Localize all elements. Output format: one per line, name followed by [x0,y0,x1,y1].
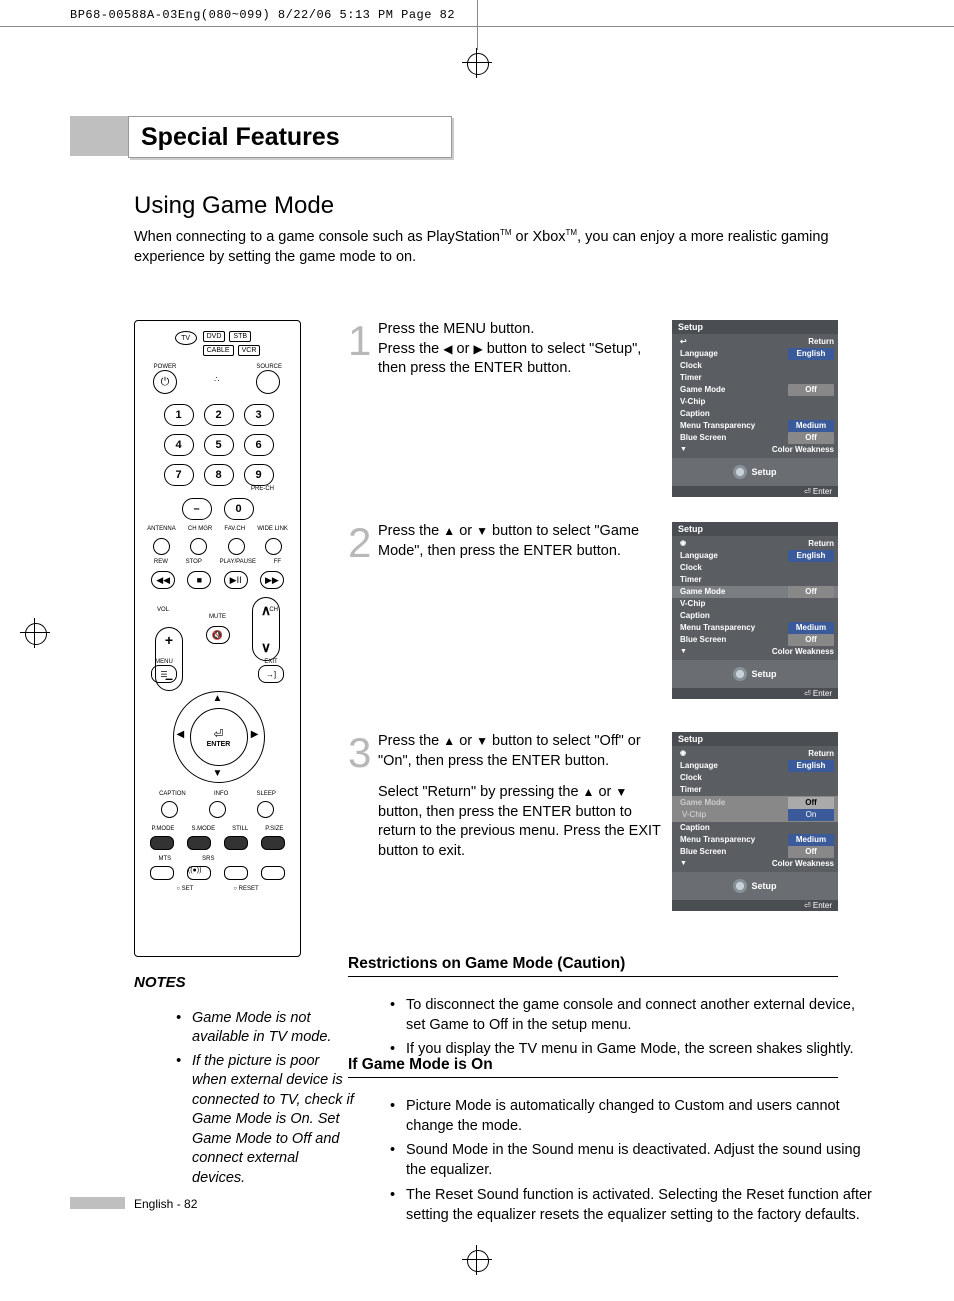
game-mode-on-list: Picture Mode is automatically changed to… [348,1096,878,1230]
enter-icon: ⏎ [213,727,223,741]
registration-mark-top [462,48,492,78]
remote-vcr-button: VCR [238,345,261,356]
remote-cable-button: CABLE [203,345,234,356]
game-mode-on-heading: If Game Mode is On [348,1056,838,1078]
step-1: 1 Press the MENU button.Press the ◀ or ▶… [348,320,838,509]
step-text: Press the MENU button.Press the ◀ or ▶ b… [378,320,672,497]
remote-stb-button: STB [229,331,251,342]
registration-mark-bottom [462,1245,492,1275]
osd-screenshot-3: Setup Return LanguageEnglish Clock Timer… [672,732,838,911]
registration-mark-left [20,618,50,648]
exit-button: →] [258,665,284,683]
step-number: 2 [348,522,378,699]
gear-icon [733,879,747,893]
osd-screenshot-2: Setup Return LanguageEnglish Clock Timer… [672,522,838,699]
list-item: To disconnect the game console and conne… [388,995,878,1036]
left-arrow-icon: ◀ [177,729,185,740]
mute-icon: 🔇 [206,626,230,644]
right-arrow-icon: ▶ [251,729,259,740]
crop-mark-v [477,0,479,50]
step-number: 1 [348,320,378,497]
step-3: 3 Press the ▲ or ▼ button to select "Off… [348,732,838,923]
step-2: 2 Press the ▲ or ▼ button to select "Gam… [348,522,838,711]
navigation-ring: ▲ ▼ ◀ ▶ ⏎ENTER [173,691,263,781]
list-item: Game Mode is not available in TV mode. [174,1009,354,1048]
number-pad: 123 456 789 [135,404,300,486]
remote-tv-button: TV [175,331,197,345]
restrictions-heading: Restrictions on Game Mode (Caution) [348,955,838,977]
osd-screenshot-1: Setup Return LanguageEnglish Clock Timer… [672,320,838,497]
play-pause-icon: ▶II [224,571,248,589]
ff-icon: ▶▶ [260,571,284,589]
section-tab: Special Features [128,116,452,158]
stop-icon: ■ [187,571,211,589]
menu-button: ☰ [151,665,177,683]
rewind-icon: ◀◀ [151,571,175,589]
step-number: 3 [348,732,378,911]
list-item: Sound Mode in the Sound menu is deactiva… [388,1140,878,1181]
restrictions-list: To disconnect the game console and conne… [348,995,878,1064]
gear-icon [733,667,747,681]
notes-heading: NOTES [134,974,186,991]
footer-bar [70,1197,125,1209]
gear-icon [733,465,747,479]
down-arrow-icon: ▼ [213,768,223,779]
source-button [256,370,280,394]
list-item: If the picture is poor when external dev… [174,1052,354,1189]
page-title: Using Game Mode [134,192,334,220]
section-tab-label: Special Features [141,123,340,152]
step-text: Press the ▲ or ▼ button to select "Game … [378,522,672,699]
step-text: Press the ▲ or ▼ button to select "Off" … [378,732,672,911]
power-icon: ⏻ [153,370,177,394]
up-arrow-icon: ▲ [213,693,223,704]
notes-list: Game Mode is not available in TV mode. I… [134,1009,354,1193]
page-footer: English - 82 [134,1197,197,1211]
print-slug: BP68-00588A-03Eng(080~099) 8/22/06 5:13 … [70,8,455,22]
intro-paragraph: When connecting to a game console such a… [134,228,834,267]
remote-dvd-button: DVD [203,331,226,342]
manual-page: BP68-00588A-03Eng(080~099) 8/22/06 5:13 … [0,0,954,1301]
osd-option-on: V-ChipOn [680,809,834,821]
remote-illustration: TV DVD STB CABLE VCR POWER ⏻ ∴ [134,320,301,957]
list-item: The Reset Sound function is activated. S… [388,1185,878,1226]
list-item: Picture Mode is automatically changed to… [388,1096,878,1137]
